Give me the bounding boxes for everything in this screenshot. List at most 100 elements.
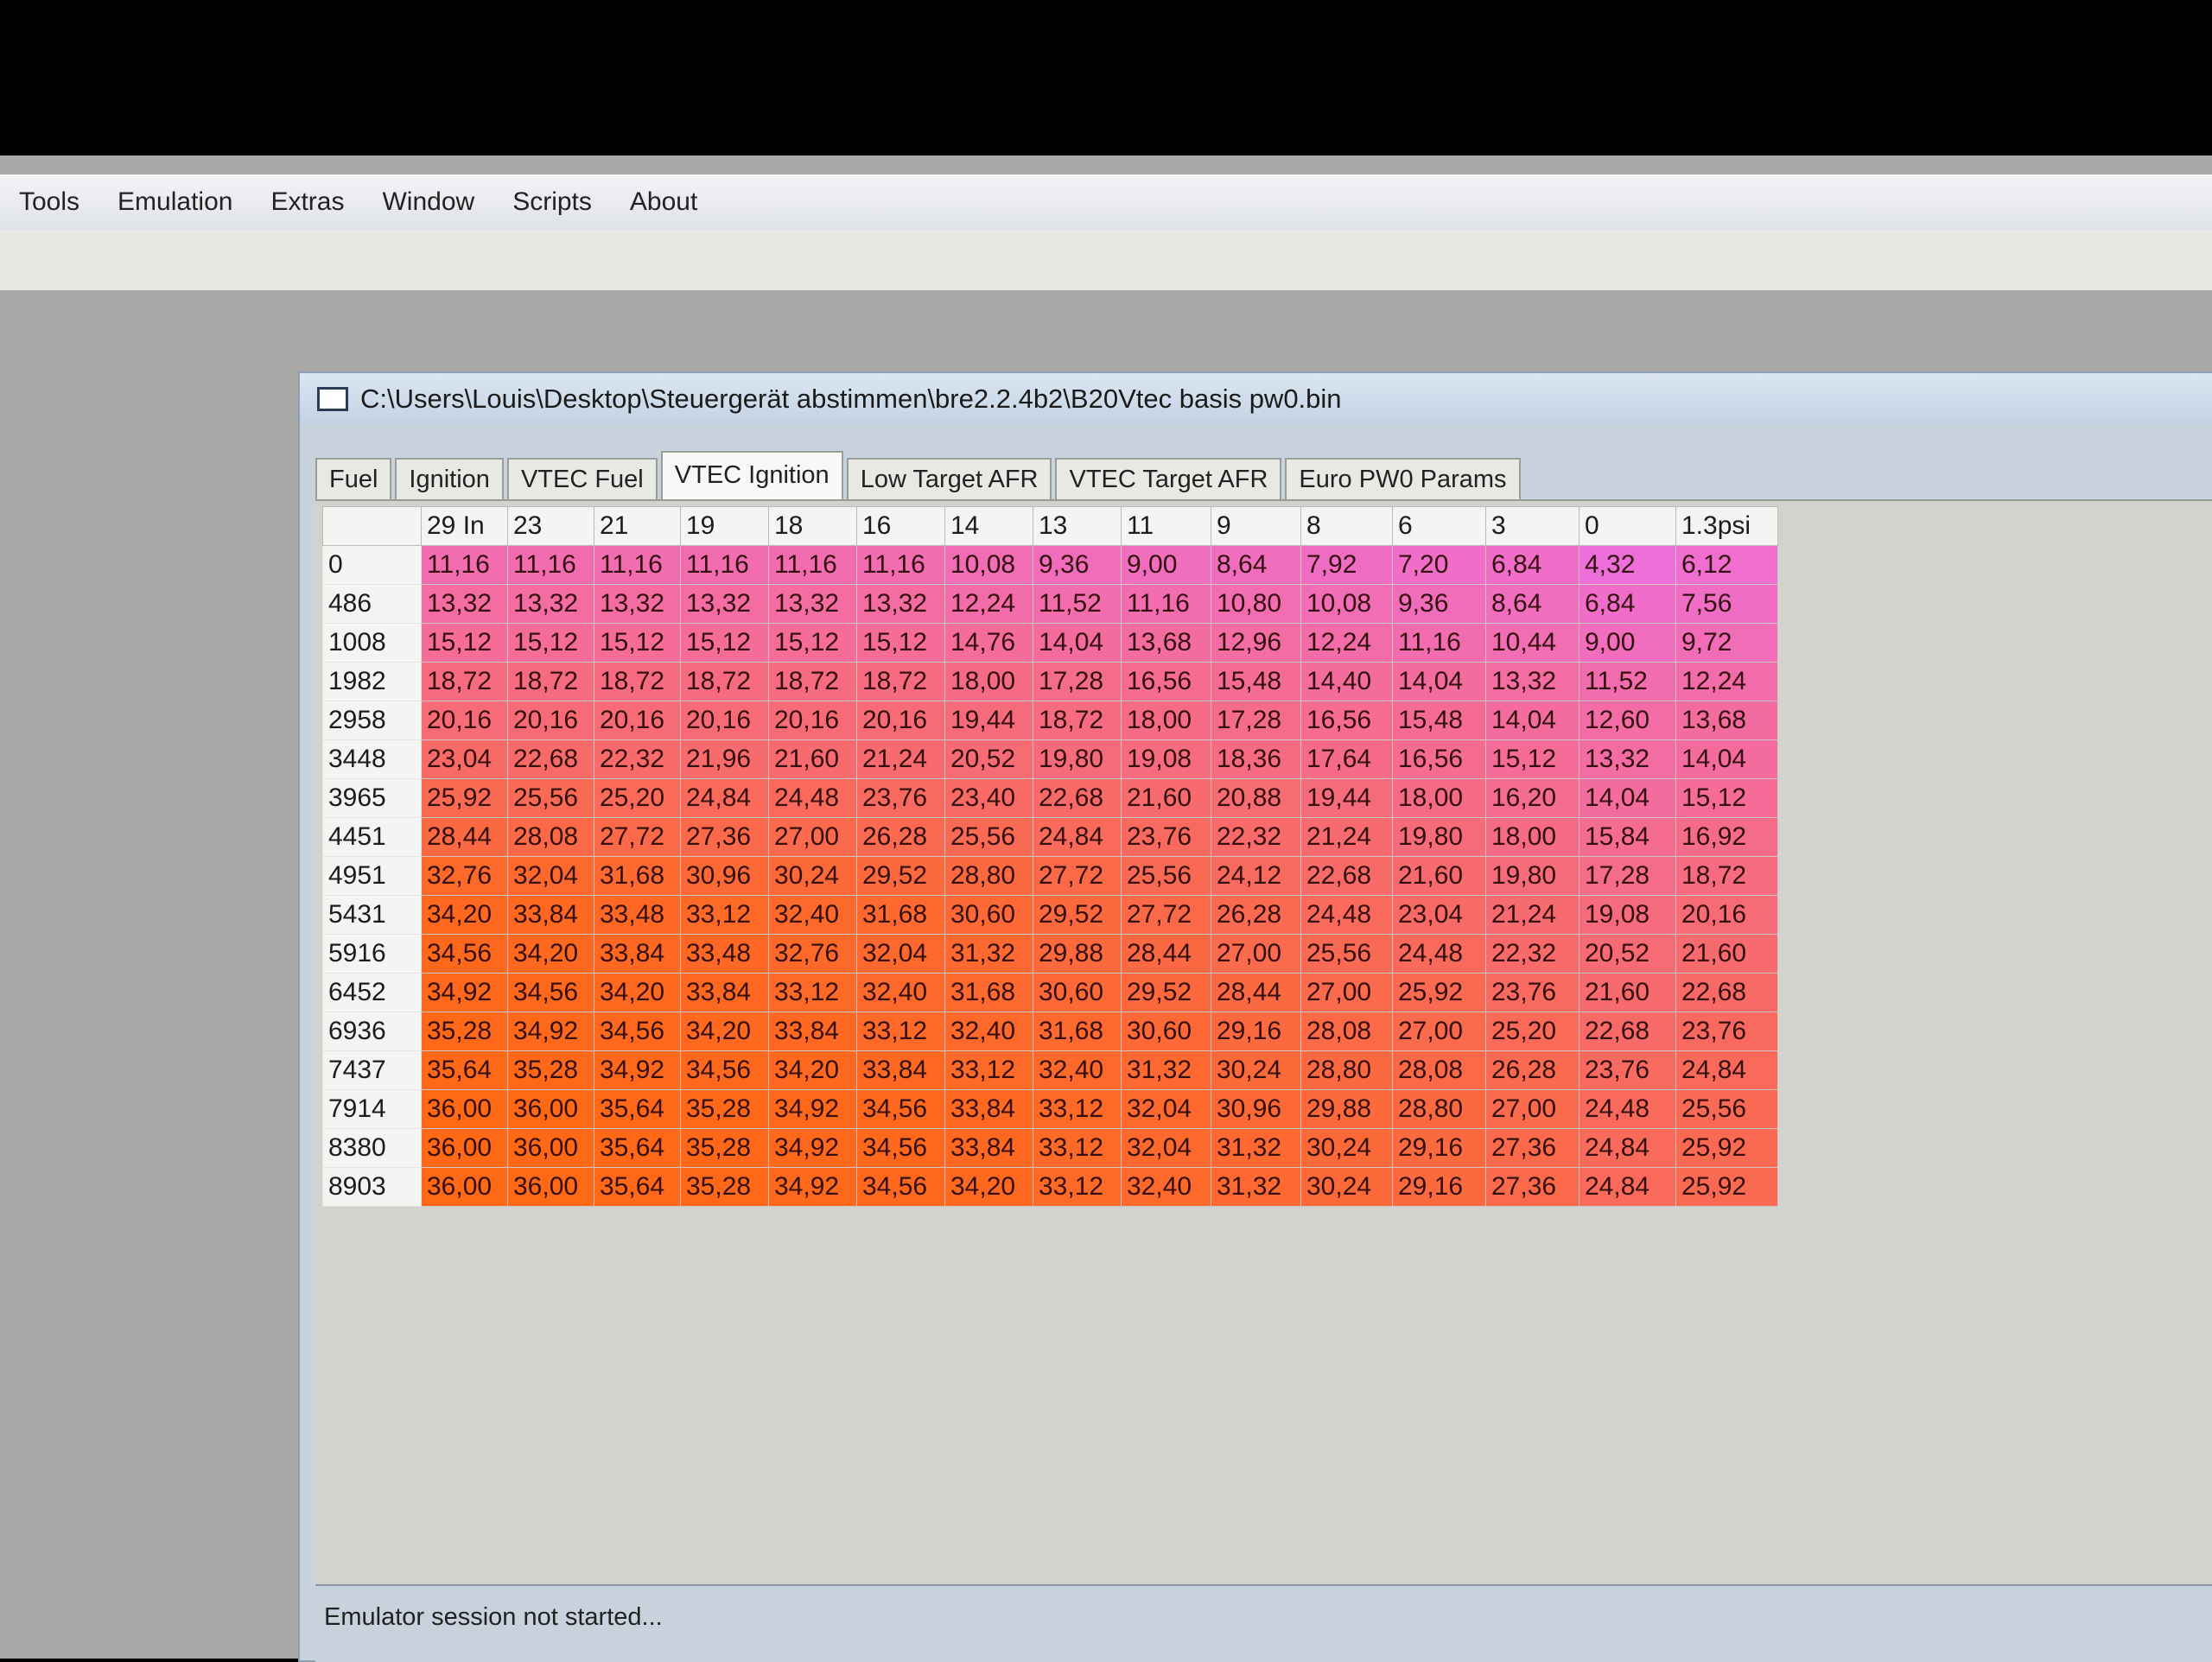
map-cell[interactable]: 24,84 (1579, 1128, 1676, 1168)
map-cell[interactable]: 19,80 (1485, 856, 1580, 896)
map-cell[interactable]: 13,32 (768, 584, 857, 624)
map-cell[interactable]: 22,68 (1579, 1012, 1676, 1051)
map-cell[interactable]: 27,36 (1485, 1167, 1580, 1207)
map-cell[interactable]: 13,68 (1675, 701, 1778, 740)
map-cell[interactable]: 7,56 (1675, 584, 1778, 624)
map-cell[interactable]: 28,44 (421, 817, 508, 857)
map-cell[interactable]: 24,84 (1033, 817, 1122, 857)
map-cell[interactable]: 11,16 (680, 545, 769, 585)
map-cell[interactable]: 14,76 (944, 623, 1033, 663)
map-cell[interactable]: 27,72 (1121, 895, 1211, 935)
map-cell[interactable]: 30,96 (680, 856, 769, 896)
map-cell[interactable]: 28,44 (1121, 934, 1211, 974)
map-cell[interactable]: 35,28 (421, 1012, 508, 1051)
map-cell[interactable]: 8,64 (1485, 584, 1580, 624)
map-cell[interactable]: 10,44 (1485, 623, 1580, 663)
map-cell[interactable]: 13,68 (1121, 623, 1211, 663)
tab-vtec-ignition[interactable]: VTEC Ignition (660, 451, 843, 499)
map-cell[interactable]: 21,24 (1485, 895, 1580, 935)
map-cell[interactable]: 20,16 (768, 701, 857, 740)
map-cell[interactable]: 30,60 (944, 895, 1033, 935)
map-cell[interactable]: 15,12 (421, 623, 508, 663)
menu-tools[interactable]: Tools (0, 174, 99, 230)
map-cell[interactable]: 29,52 (1121, 973, 1211, 1012)
map-cell[interactable]: 20,52 (944, 739, 1033, 779)
map-cell[interactable]: 32,04 (507, 856, 594, 896)
map-cell[interactable]: 8,64 (1211, 545, 1301, 585)
map-cell[interactable]: 15,48 (1211, 662, 1301, 701)
map-cell[interactable]: 27,72 (1033, 856, 1122, 896)
map-cell[interactable]: 27,00 (1211, 934, 1301, 974)
map-cell[interactable]: 4,32 (1579, 545, 1676, 585)
map-cell[interactable]: 21,60 (1121, 778, 1211, 818)
map-cell[interactable]: 34,56 (856, 1089, 945, 1129)
map-cell[interactable]: 18,72 (768, 662, 857, 701)
map-cell[interactable]: 34,56 (421, 934, 508, 974)
map-cell[interactable]: 11,16 (1392, 623, 1486, 663)
map-cell[interactable]: 30,24 (768, 856, 857, 896)
tab-vtec-target-afr[interactable]: VTEC Target AFR (1055, 458, 1282, 499)
map-cell[interactable]: 24,48 (768, 778, 857, 818)
map-cell[interactable]: 18,72 (1033, 701, 1122, 740)
map-cell[interactable]: 27,00 (1485, 1089, 1580, 1129)
map-cell[interactable]: 28,08 (1392, 1050, 1486, 1090)
map-cell[interactable]: 34,20 (594, 973, 681, 1012)
map-cell[interactable]: 33,84 (944, 1128, 1033, 1168)
tab-ignition[interactable]: Ignition (395, 458, 504, 499)
map-cell[interactable]: 29,16 (1211, 1012, 1301, 1051)
tab-low-target-afr[interactable]: Low Target AFR (846, 458, 1052, 499)
map-cell[interactable]: 23,76 (1579, 1050, 1676, 1090)
map-cell[interactable]: 22,68 (1300, 856, 1393, 896)
map-cell[interactable]: 32,40 (1121, 1167, 1211, 1207)
map-cell[interactable]: 15,12 (856, 623, 945, 663)
map-cell[interactable]: 22,68 (507, 739, 594, 779)
map-cell[interactable]: 9,72 (1675, 623, 1778, 663)
map-cell[interactable]: 33,12 (1033, 1128, 1122, 1168)
map-cell[interactable]: 13,32 (856, 584, 945, 624)
map-cell[interactable]: 35,28 (680, 1089, 769, 1129)
map-cell[interactable]: 16,56 (1392, 739, 1486, 779)
map-cell[interactable]: 13,32 (1579, 739, 1676, 779)
map-cell[interactable]: 19,80 (1392, 817, 1486, 857)
map-cell[interactable]: 24,48 (1300, 895, 1393, 935)
map-cell[interactable]: 23,04 (421, 739, 508, 779)
map-cell[interactable]: 33,84 (944, 1089, 1033, 1129)
map-cell[interactable]: 34,20 (768, 1050, 857, 1090)
map-cell[interactable]: 19,44 (1300, 778, 1393, 818)
map-cell[interactable]: 34,92 (768, 1128, 857, 1168)
map-cell[interactable]: 28,80 (1392, 1089, 1486, 1129)
map-cell[interactable]: 36,00 (507, 1089, 594, 1129)
map-cell[interactable]: 14,04 (1485, 701, 1580, 740)
map-cell[interactable]: 33,12 (856, 1012, 945, 1051)
map-cell[interactable]: 22,68 (1675, 973, 1778, 1012)
map-cell[interactable]: 27,36 (680, 817, 769, 857)
map-cell[interactable]: 19,80 (1033, 739, 1122, 779)
menu-emulation[interactable]: Emulation (99, 174, 251, 230)
map-cell[interactable]: 12,60 (1579, 701, 1676, 740)
map-cell[interactable]: 35,28 (507, 1050, 594, 1090)
map-cell[interactable]: 20,16 (856, 701, 945, 740)
menu-window[interactable]: Window (363, 174, 493, 230)
map-cell[interactable]: 21,60 (1579, 973, 1676, 1012)
map-cell[interactable]: 35,64 (594, 1089, 681, 1129)
map-cell[interactable]: 18,72 (680, 662, 769, 701)
map-cell[interactable]: 35,28 (680, 1167, 769, 1207)
map-cell[interactable]: 32,04 (1121, 1089, 1211, 1129)
map-cell[interactable]: 21,96 (680, 739, 769, 779)
map-cell[interactable]: 24,12 (1211, 856, 1301, 896)
map-cell[interactable]: 33,84 (768, 1012, 857, 1051)
map-cell[interactable]: 28,44 (1211, 973, 1301, 1012)
map-cell[interactable]: 29,88 (1033, 934, 1122, 974)
map-cell[interactable]: 32,40 (1033, 1050, 1122, 1090)
map-cell[interactable]: 29,16 (1392, 1128, 1486, 1168)
map-cell[interactable]: 21,60 (768, 739, 857, 779)
map-cell[interactable]: 28,08 (507, 817, 594, 857)
map-cell[interactable]: 34,92 (594, 1050, 681, 1090)
map-cell[interactable]: 29,16 (1392, 1167, 1486, 1207)
map-cell[interactable]: 16,92 (1675, 817, 1778, 857)
map-cell[interactable]: 31,68 (594, 856, 681, 896)
map-cell[interactable]: 34,56 (594, 1012, 681, 1051)
map-cell[interactable]: 36,00 (421, 1089, 508, 1129)
map-cell[interactable]: 26,28 (1211, 895, 1301, 935)
map-cell[interactable]: 30,60 (1121, 1012, 1211, 1051)
